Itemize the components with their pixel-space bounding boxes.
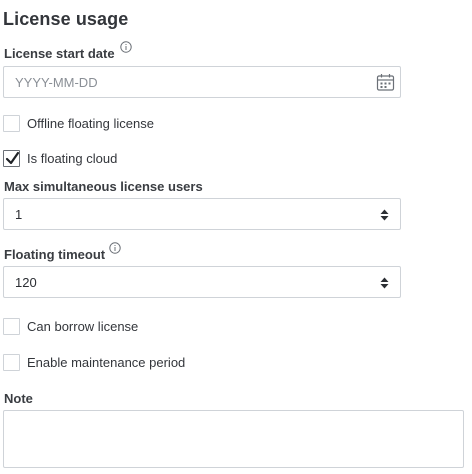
max-users-label: Max simultaneous license users [4,179,203,194]
note-label: Note [4,391,33,406]
enable-maintenance-period-label: Enable maintenance period [27,355,186,370]
spinner-icon[interactable] [380,209,389,221]
max-users-value: 1 [15,207,23,222]
checkmark-icon [5,151,20,165]
license-start-date-placeholder: YYYY-MM-DD [15,75,98,90]
can-borrow-license-label: Can borrow license [27,319,139,334]
is-floating-cloud-label: Is floating cloud [27,151,118,166]
floating-timeout-label: Floating timeout [4,247,106,262]
note-textarea[interactable] [3,410,464,468]
info-icon[interactable] [109,242,121,254]
floating-timeout-input[interactable]: 120 [3,266,401,298]
is-floating-cloud-checkbox[interactable] [3,150,20,167]
max-users-input[interactable]: 1 [3,198,401,230]
offline-floating-license-label: Offline floating license [27,116,154,131]
license-start-date-label: License start date [4,46,115,61]
spinner-icon[interactable] [380,277,389,289]
can-borrow-license-checkbox[interactable] [3,318,20,335]
enable-maintenance-period-checkbox[interactable] [3,354,20,371]
calendar-icon[interactable] [376,73,395,92]
section-title: License usage [3,9,129,29]
offline-floating-license-checkbox[interactable] [3,115,20,132]
info-icon[interactable] [120,41,132,53]
license-start-date-input[interactable]: YYYY-MM-DD [3,66,401,98]
floating-timeout-value: 120 [15,275,37,290]
